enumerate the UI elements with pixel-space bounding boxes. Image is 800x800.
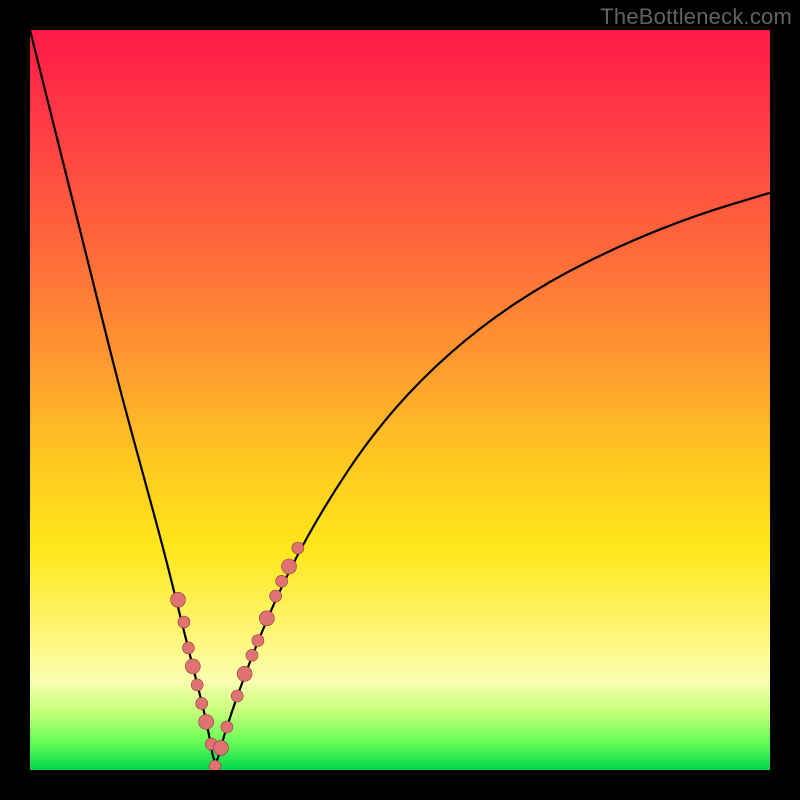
dot xyxy=(246,649,258,661)
dot xyxy=(191,679,203,691)
dot xyxy=(282,559,297,574)
chart-frame: TheBottleneck.com xyxy=(0,0,800,800)
dot xyxy=(237,666,252,681)
plot-area xyxy=(30,30,770,770)
dot xyxy=(259,611,274,626)
dot xyxy=(276,575,288,587)
dot xyxy=(221,721,233,733)
dot xyxy=(171,592,186,607)
dot xyxy=(213,740,228,755)
chart-svg xyxy=(30,30,770,770)
dot xyxy=(209,760,221,770)
dot xyxy=(178,616,190,628)
watermark-text: TheBottleneck.com xyxy=(600,4,792,30)
bottleneck-curve xyxy=(30,30,770,761)
dot xyxy=(199,714,214,729)
dot xyxy=(231,690,243,702)
dot xyxy=(196,697,208,709)
dot xyxy=(252,635,264,647)
dot xyxy=(270,590,282,602)
dot xyxy=(185,659,200,674)
dot xyxy=(292,542,304,554)
dot xyxy=(182,642,194,654)
